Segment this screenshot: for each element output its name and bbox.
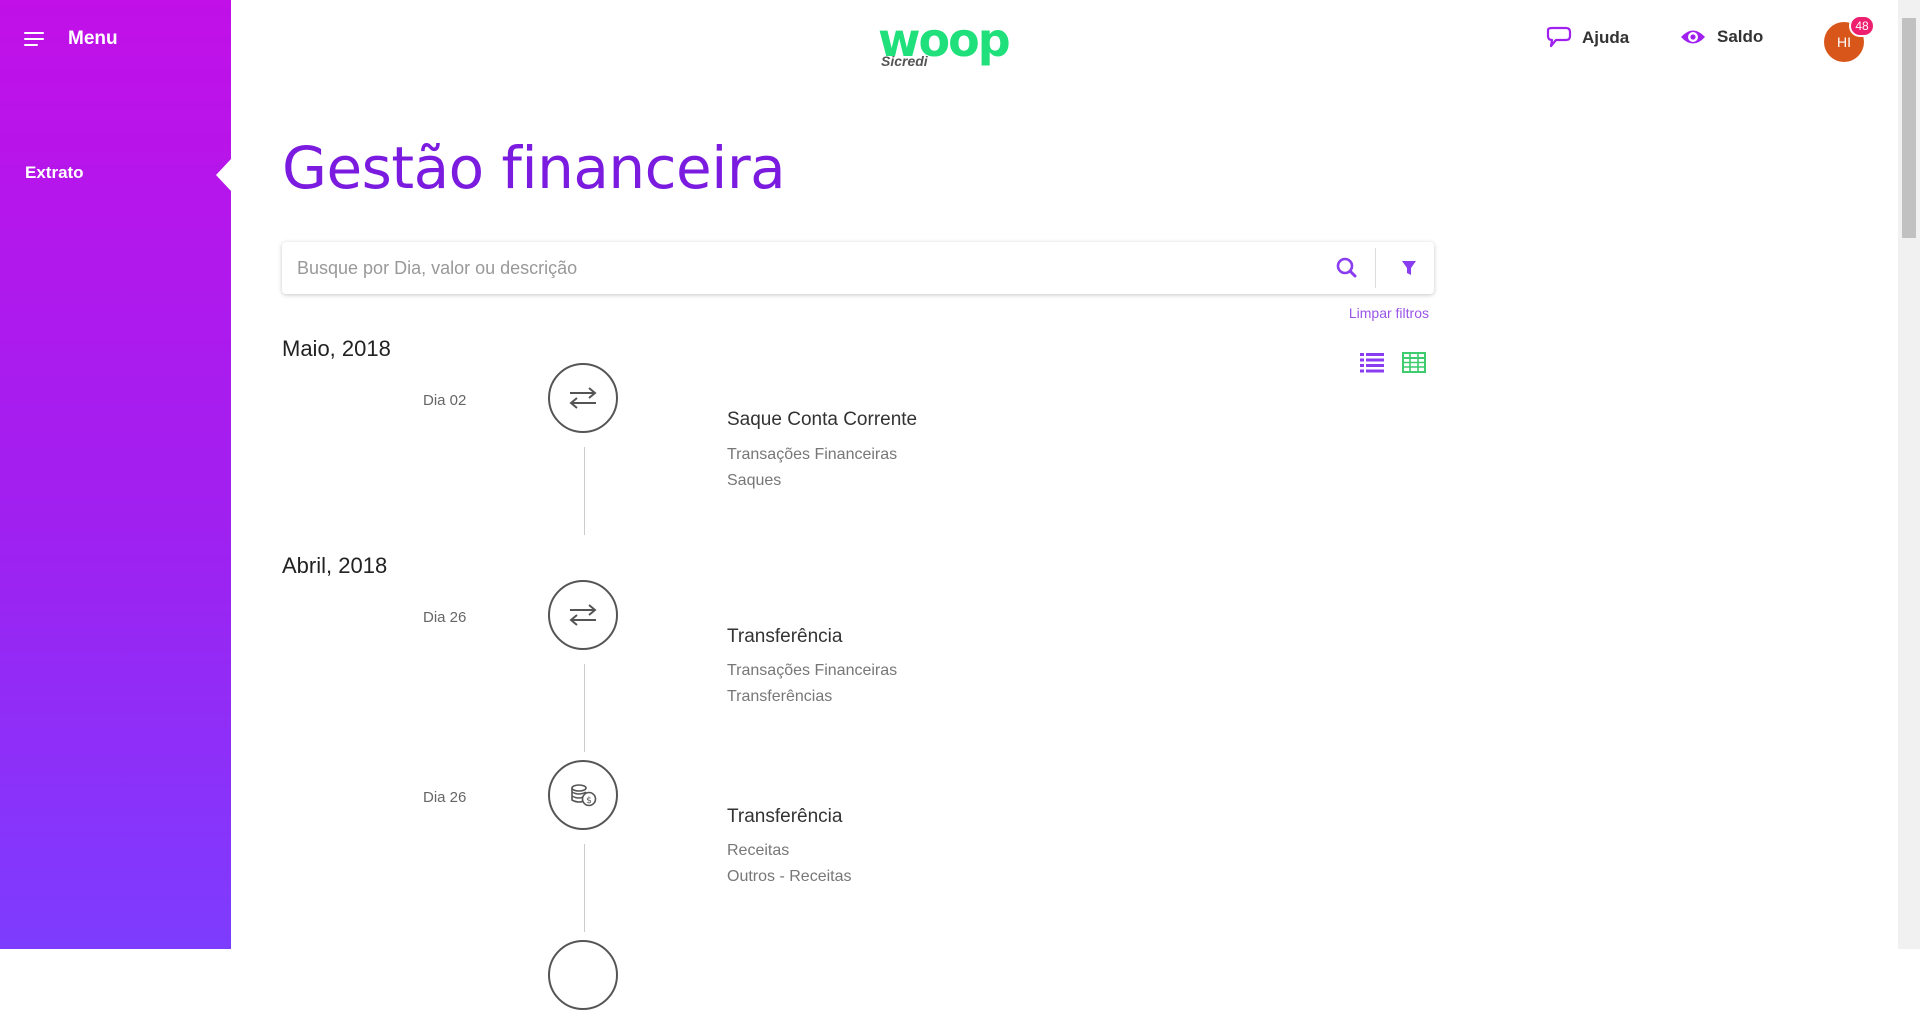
search-bar (282, 242, 1434, 294)
transfer-arrows-icon (569, 604, 597, 626)
transaction-day: Dia 26 (423, 789, 467, 806)
search-input[interactable] (295, 254, 1295, 282)
clear-filters-link[interactable]: Limpar filtros (1349, 305, 1429, 321)
scrollbar-thumb[interactable] (1902, 18, 1916, 238)
help-label: Ajuda (1582, 28, 1630, 47)
transaction-icon (548, 940, 618, 1010)
timeline-connector (584, 447, 585, 535)
table-view-button[interactable] (1400, 350, 1428, 374)
sidebar-item-extrato[interactable]: Extrato (25, 163, 84, 183)
transaction-day: Dia 02 (423, 392, 467, 409)
svg-text:$: $ (586, 796, 592, 806)
transaction-category: Transações Financeiras (727, 662, 898, 679)
transaction-icon: $ (548, 760, 618, 830)
month-header: Maio, 2018 (282, 336, 391, 361)
month-header: Abril, 2018 (282, 553, 388, 578)
menu-label: Menu (68, 28, 118, 49)
transaction-day: Dia 26 (423, 609, 467, 626)
transaction-category: Transações Financeiras (727, 446, 898, 463)
timeline-connector (584, 844, 585, 932)
sidebar: Menu Extrato (0, 0, 231, 949)
notification-badge: 48 (1849, 15, 1875, 37)
list-view-button[interactable] (1358, 350, 1386, 374)
funnel-icon (1402, 261, 1416, 275)
filter-button[interactable] (1394, 253, 1424, 283)
timeline-connector (584, 664, 585, 752)
transaction-icon (548, 580, 618, 650)
woop-logo[interactable]: woop Sicredi (878, 17, 1018, 72)
transaction-title[interactable]: Transferência (727, 806, 842, 828)
search-divider (1375, 248, 1376, 288)
balance-toggle-button[interactable]: Saldo (1679, 26, 1763, 48)
transaction-category: Receitas (727, 842, 790, 859)
active-item-indicator (216, 159, 231, 191)
transaction-title[interactable]: Saque Conta Corrente (727, 409, 917, 431)
search-icon (1336, 257, 1357, 278)
coins-icon: $ (571, 784, 597, 807)
transaction-icon (548, 363, 618, 433)
transfer-arrows-icon (569, 387, 597, 409)
transaction-subcategory: Transferências (727, 688, 833, 705)
eye-icon (1681, 30, 1705, 44)
transaction-subcategory: Outros - Receitas (727, 868, 852, 885)
help-button[interactable]: Ajuda (1544, 26, 1629, 50)
table-view-icon (1402, 352, 1426, 373)
transaction-title[interactable]: Transferência (727, 626, 842, 648)
logo-subtext: Sicredi (881, 53, 928, 69)
balance-label: Saldo (1717, 27, 1764, 46)
chat-bubble-icon (1546, 26, 1572, 48)
vertical-scrollbar[interactable] (1898, 0, 1920, 949)
list-view-icon (1360, 353, 1384, 373)
search-button[interactable] (1332, 253, 1362, 283)
hamburger-icon (24, 31, 46, 47)
menu-button[interactable]: Menu (24, 24, 118, 54)
transaction-subcategory: Saques (727, 472, 782, 489)
page-title: Gestão financeira (282, 134, 786, 202)
